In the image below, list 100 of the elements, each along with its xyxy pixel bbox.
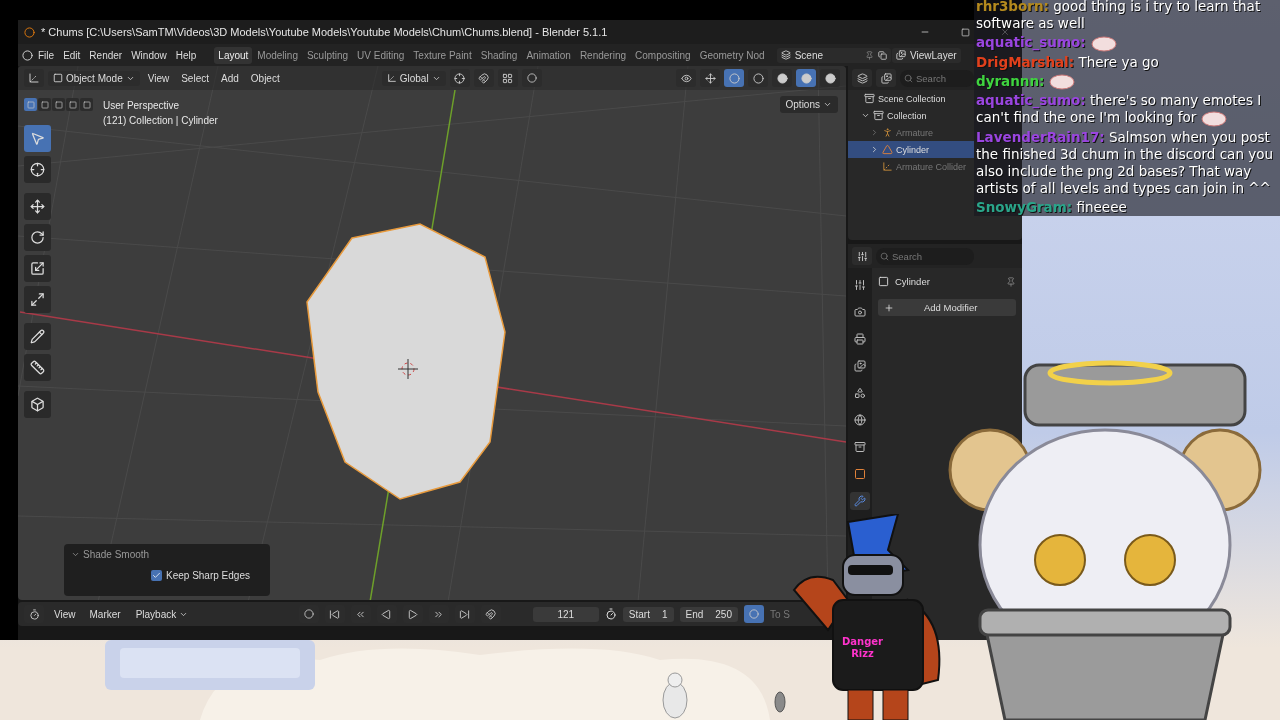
editor-type-icon[interactable] [24, 69, 44, 87]
archive-icon [864, 93, 875, 104]
select-mode-icon[interactable] [52, 98, 65, 111]
scene-icon [780, 50, 791, 60]
menu-item[interactable]: File [34, 47, 59, 63]
menu-item[interactable]: Marker [85, 606, 125, 622]
axes-icon [882, 161, 893, 172]
shirt-text: Danger [842, 636, 884, 648]
select-mode-icon[interactable] [38, 98, 51, 111]
editor-type-icon[interactable] [852, 69, 872, 87]
menu-item[interactable]: Help [171, 47, 201, 63]
frame-field[interactable]: 121 [532, 606, 599, 622]
chat-message: dyrannn: [976, 72, 1045, 89]
gizmo-icon[interactable] [700, 69, 720, 87]
checkbox[interactable] [151, 570, 162, 581]
plus-icon [884, 302, 894, 313]
outliner-item[interactable]: Collection [848, 107, 974, 124]
workspace-tab[interactable]: Rendering [575, 46, 631, 64]
app-logo-icon [24, 26, 35, 38]
end-frame-field[interactable]: End 250 [679, 606, 738, 622]
menu-item[interactable]: Object [246, 70, 284, 86]
shirt-text: Rizz [851, 648, 874, 660]
keying-icon[interactable] [744, 605, 764, 623]
caret-icon [823, 100, 832, 109]
workspace-tab[interactable]: Modeling [253, 46, 302, 64]
pin-icon[interactable] [865, 50, 875, 60]
options-dropdown[interactable]: Options [779, 96, 838, 113]
workspace-tab[interactable]: Texture Paint [409, 46, 476, 64]
orientation-dropdown[interactable]: Global [381, 70, 446, 86]
select-mode-icon[interactable] [80, 98, 93, 111]
menu-item[interactable]: Select [177, 70, 213, 86]
figure-icon [882, 127, 893, 138]
menu-item[interactable]: Window [127, 47, 171, 63]
axes-icon [386, 73, 397, 83]
wrench-icon[interactable] [850, 492, 870, 510]
pencil-icon[interactable] [24, 323, 51, 350]
maximize-icon[interactable] [960, 27, 970, 37]
chevron-down-icon[interactable] [861, 111, 870, 120]
pin-icon[interactable] [1006, 276, 1016, 287]
select-mode-icon[interactable] [66, 98, 79, 111]
eye-icon[interactable] [676, 69, 696, 87]
menu-item[interactable]: Add [217, 70, 243, 86]
search-icon [880, 251, 889, 261]
outliner-item[interactable]: Scene Collection [848, 90, 974, 107]
menu-item[interactable]: View [143, 70, 174, 86]
ruler-icon[interactable] [24, 354, 51, 381]
menu-item[interactable]: Render [85, 47, 127, 63]
magnet-icon[interactable] [473, 69, 494, 87]
app-logo-icon[interactable] [22, 49, 33, 61]
outliner-item[interactable]: Cylinder [848, 141, 974, 158]
window-title: * Chums [C:\Users\SamTM\Videos\3D Models\Youtube Models\Youtube Models\Chum\Chums.blend] - Blender 5.1.1 [41, 26, 608, 38]
chat-message: rhr3born: good thing is i try to learn that software as well [976, 0, 1261, 31]
editor-type-icon[interactable] [852, 247, 872, 265]
search-field[interactable]: Search [876, 247, 974, 265]
overlay-icon[interactable] [724, 69, 744, 87]
proportional-icon[interactable] [521, 69, 542, 87]
square-icon [878, 276, 889, 287]
square-icon [53, 73, 63, 83]
grid-icon[interactable] [497, 69, 518, 87]
archive-icon [873, 110, 884, 121]
stopwatch-icon[interactable] [604, 608, 617, 620]
crosshair-icon[interactable] [24, 156, 51, 183]
display-mode-icon[interactable] [876, 69, 896, 87]
viewport-info-text: (121) Collection | Cylinder [103, 115, 218, 126]
triangle-icon [882, 144, 893, 155]
workspace-tab[interactable]: Shading [476, 46, 522, 64]
pointer-icon[interactable] [24, 125, 51, 152]
view-layer-selector[interactable]: ViewLayer [892, 47, 961, 63]
add-modifier-button[interactable]: Add Modifier [878, 299, 1016, 316]
select-mode-icon[interactable] [24, 98, 37, 111]
viewport-info-text: User Perspective [103, 100, 180, 111]
cube-icon[interactable] [24, 391, 51, 418]
workspace-tab[interactable]: UV Editing [353, 46, 409, 64]
cursor-icon [397, 358, 419, 380]
workspace-tab[interactable]: Compositing [631, 46, 695, 64]
workspace-tab[interactable]: Sculpting [302, 46, 353, 64]
checkbox-option[interactable]: Keep Sharp Edges [71, 570, 263, 581]
pivot-icon[interactable] [449, 69, 470, 87]
copy-icon[interactable] [878, 50, 888, 60]
images-icon [896, 50, 907, 60]
menu-item[interactable]: View [50, 606, 80, 622]
scale-icon[interactable] [24, 255, 51, 282]
workspace-tab[interactable]: Layout [214, 46, 253, 64]
move-icon[interactable] [24, 193, 51, 220]
object-name: Cylinder [895, 276, 931, 287]
start-frame-field[interactable]: Start 1 [622, 606, 674, 622]
caret-icon [71, 550, 80, 559]
search-icon [904, 73, 913, 83]
transform-icon[interactable] [24, 286, 51, 313]
rotate-icon[interactable] [24, 224, 51, 251]
cylinder-mesh-drawing[interactable] [306, 223, 506, 500]
mode-dropdown[interactable]: Object Mode [48, 70, 140, 86]
operator-title[interactable]: Shade Smooth [71, 549, 263, 560]
chevron-right-icon[interactable] [870, 145, 879, 154]
playback-dropdown[interactable]: Playback [130, 606, 194, 622]
scene-selector[interactable]: Scene [776, 47, 892, 63]
workspace-tab[interactable]: Animation [522, 46, 575, 64]
menu-item[interactable]: Edit [59, 47, 85, 63]
search-field[interactable]: Search [900, 69, 974, 87]
workspace-tab[interactable]: Geometry Nod [695, 46, 769, 64]
